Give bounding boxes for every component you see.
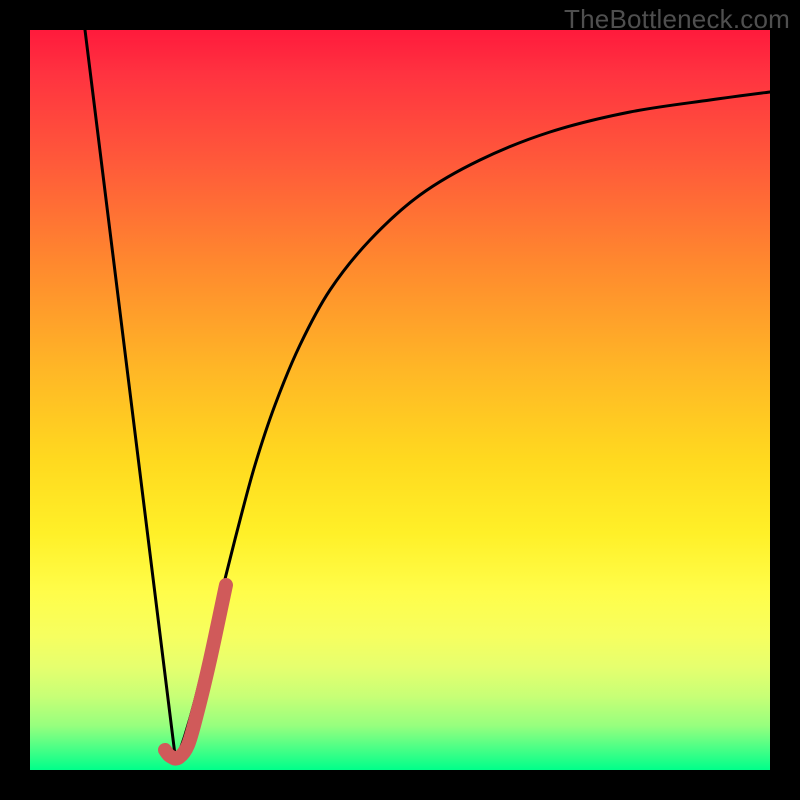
chart-svg (30, 30, 770, 770)
right-curve (177, 92, 770, 758)
accent-j-stroke (165, 585, 226, 759)
plot-area (30, 30, 770, 770)
outer-frame: TheBottleneck.com (0, 0, 800, 800)
left-descending-line (85, 30, 175, 755)
